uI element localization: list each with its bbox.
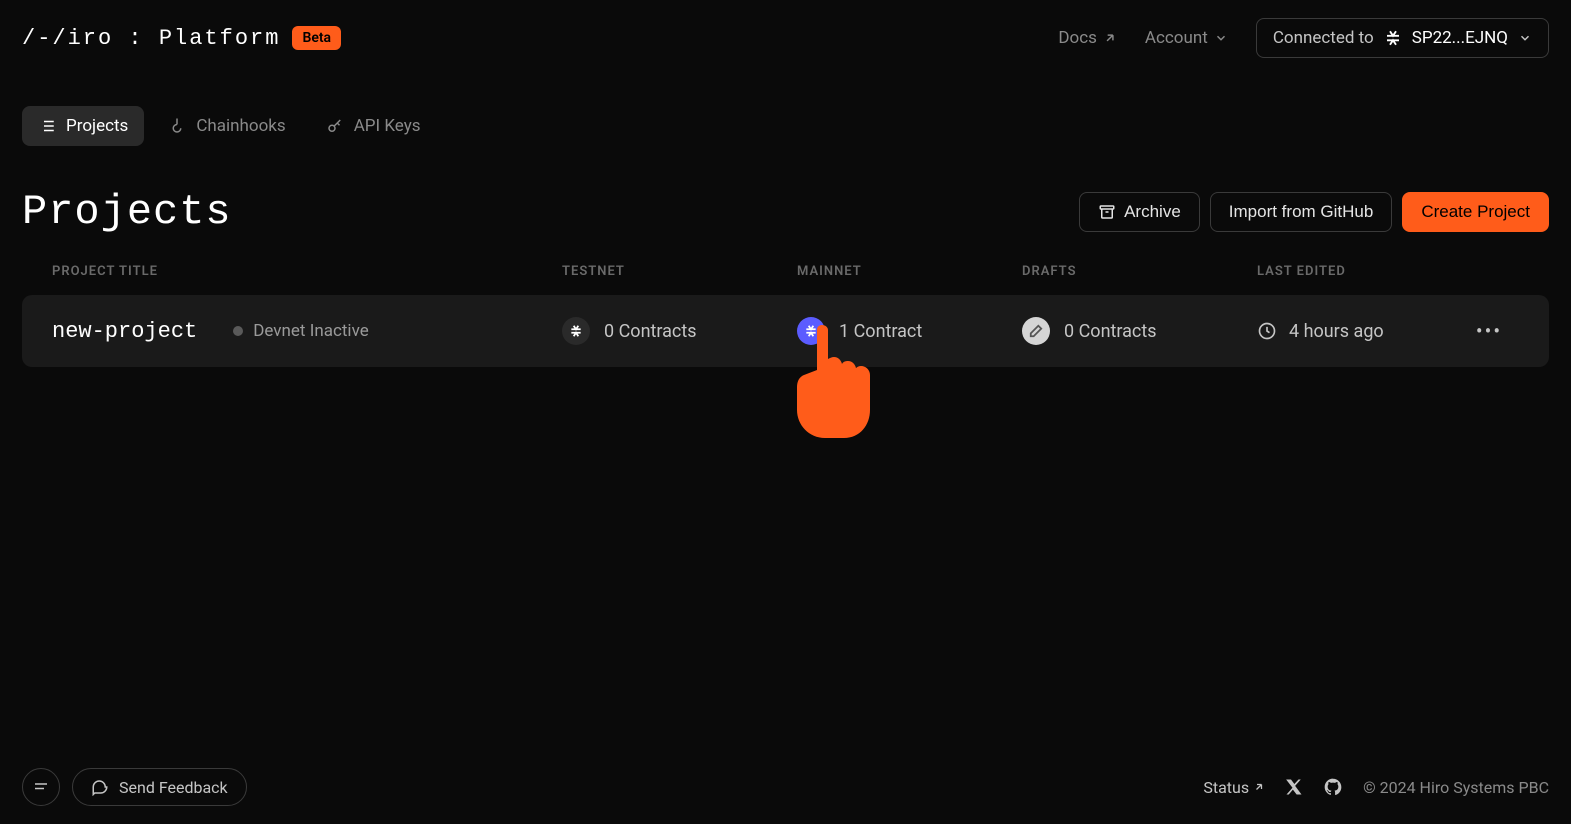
create-label: Create Project xyxy=(1421,202,1530,222)
tab-label: Chainhooks xyxy=(196,116,285,136)
col-testnet: TESTNET xyxy=(562,264,797,279)
x-twitter-link[interactable] xyxy=(1285,778,1303,796)
last-edited-cell: 4 hours ago xyxy=(1257,321,1459,342)
col-title: PROJECT TITLE xyxy=(52,264,562,279)
docs-label: Docs xyxy=(1058,28,1097,48)
draft-icon xyxy=(1022,317,1050,345)
more-icon: ••• xyxy=(1476,319,1502,343)
github-link[interactable] xyxy=(1323,777,1343,797)
chat-icon xyxy=(91,778,109,796)
more-actions-button[interactable]: ••• xyxy=(1459,319,1519,343)
devnet-status-label: Devnet Inactive xyxy=(253,321,368,341)
testnet-cell: 0 Contracts xyxy=(562,317,797,345)
header-right: Docs Account Connected to SP22...EJNQ xyxy=(1058,18,1549,58)
import-github-button[interactable]: Import from GitHub xyxy=(1210,192,1393,232)
tab-projects[interactable]: Projects xyxy=(22,106,144,146)
chevron-down-icon xyxy=(1214,31,1228,45)
logo: /-/iro : Platform xyxy=(22,26,280,51)
status-dot-icon xyxy=(233,326,243,336)
key-icon xyxy=(326,117,344,135)
content-header: Projects Archive Import from GitHub Crea… xyxy=(0,188,1571,236)
copyright: © 2024 Hiro Systems PBC xyxy=(1363,778,1549,797)
external-link-icon xyxy=(1103,31,1117,45)
projects-table: PROJECT TITLE TESTNET MAINNET DRAFTS LAS… xyxy=(0,264,1571,367)
tab-label: API Keys xyxy=(354,116,421,136)
devnet-status: Devnet Inactive xyxy=(233,321,368,341)
col-last-edited: LAST EDITED xyxy=(1257,264,1459,279)
account-dropdown[interactable]: Account xyxy=(1145,28,1228,48)
footer: Send Feedback Status © 2024 Hiro Systems… xyxy=(0,750,1571,824)
action-buttons: Archive Import from GitHub Create Projec… xyxy=(1079,192,1549,232)
menu-icon xyxy=(32,778,50,796)
docs-link[interactable]: Docs xyxy=(1058,28,1117,48)
wallet-connection[interactable]: Connected to SP22...EJNQ xyxy=(1256,18,1549,58)
external-link-icon xyxy=(1253,781,1265,793)
table-row[interactable]: new-project Devnet Inactive 0 Contracts … xyxy=(22,295,1549,367)
import-label: Import from GitHub xyxy=(1229,202,1374,222)
send-feedback-button[interactable]: Send Feedback xyxy=(72,768,247,806)
nav-tabs: Projects Chainhooks API Keys xyxy=(0,106,1571,146)
wallet-address: SP22...EJNQ xyxy=(1412,28,1508,48)
col-drafts: DRAFTS xyxy=(1022,264,1257,279)
col-mainnet: MAINNET xyxy=(797,264,1022,279)
tab-label: Projects xyxy=(66,116,128,136)
project-title-cell: new-project Devnet Inactive xyxy=(52,319,562,344)
status-label: Status xyxy=(1203,778,1249,797)
beta-badge: Beta xyxy=(292,26,341,50)
page-title: Projects xyxy=(22,188,232,236)
account-label: Account xyxy=(1145,28,1208,48)
archive-button[interactable]: Archive xyxy=(1079,192,1200,232)
stacks-icon xyxy=(1384,29,1402,47)
tab-apikeys[interactable]: API Keys xyxy=(310,106,437,146)
header: /-/iro : Platform Beta Docs Account Conn… xyxy=(0,0,1571,76)
hook-icon xyxy=(168,117,186,135)
menu-button[interactable] xyxy=(22,768,60,806)
drafts-cell: 0 Contracts xyxy=(1022,317,1257,345)
create-project-button[interactable]: Create Project xyxy=(1402,192,1549,232)
list-icon xyxy=(38,117,56,135)
footer-left: Send Feedback xyxy=(22,768,247,806)
feedback-label: Send Feedback xyxy=(119,778,228,797)
header-left: /-/iro : Platform Beta xyxy=(22,26,341,51)
drafts-count: 0 Contracts xyxy=(1064,321,1157,342)
status-link[interactable]: Status xyxy=(1203,778,1265,797)
table-header-row: PROJECT TITLE TESTNET MAINNET DRAFTS LAS… xyxy=(22,264,1549,295)
mainnet-count: 1 Contract xyxy=(839,321,922,342)
last-edited-value: 4 hours ago xyxy=(1289,321,1384,342)
github-icon xyxy=(1323,777,1343,797)
archive-icon xyxy=(1098,203,1116,221)
archive-label: Archive xyxy=(1124,202,1181,222)
tab-chainhooks[interactable]: Chainhooks xyxy=(152,106,301,146)
footer-right: Status © 2024 Hiro Systems PBC xyxy=(1203,777,1549,797)
testnet-count: 0 Contracts xyxy=(604,321,697,342)
connected-prefix: Connected to xyxy=(1273,28,1374,48)
clock-icon xyxy=(1257,321,1277,341)
mainnet-icon xyxy=(797,317,825,345)
mainnet-cell: 1 Contract xyxy=(797,317,1022,345)
project-name: new-project xyxy=(52,319,197,344)
chevron-down-icon xyxy=(1518,31,1532,45)
x-icon xyxy=(1285,778,1303,796)
testnet-icon xyxy=(562,317,590,345)
